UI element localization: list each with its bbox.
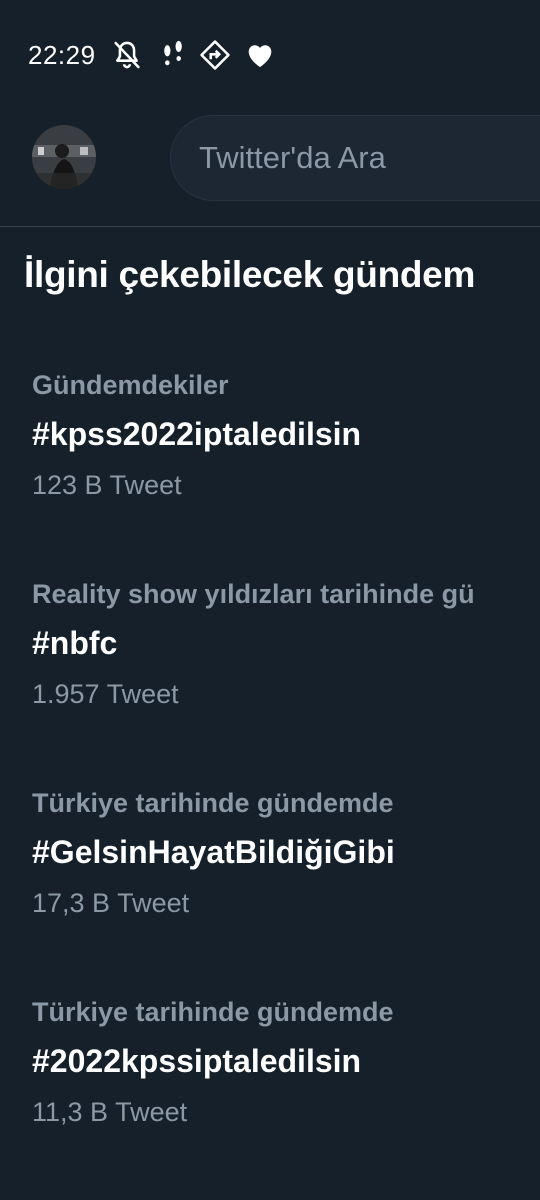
trend-item[interactable]: Türkiye tarihinde gündemde #2022kpssipta… [0, 997, 540, 1197]
explore-screen: 22:29 Twitter'da Ara İlgini çekebilecek … [0, 0, 540, 1200]
trend-item[interactable]: Gündemdekiler #kpss2022iptaledilsin 123 … [0, 370, 540, 570]
trend-context: Reality show yıldızları tarihinde gü [32, 579, 475, 609]
trend-context: Türkiye tarihinde gündemde [32, 788, 394, 818]
trend-name: #kpss2022iptaledilsin [32, 416, 362, 452]
trend-tweet-count: 1.957 Tweet [32, 679, 179, 709]
search-input[interactable] [199, 116, 540, 200]
trend-name: #GelsinHayatBildiğiGibi [32, 834, 395, 870]
status-time: 22:29 [28, 40, 96, 70]
footsteps-icon [156, 38, 190, 72]
trend-item[interactable]: Türkiye tarihinde gündemde #GelsinHayatB… [0, 788, 540, 988]
trend-context: Türkiye tarihinde gündemde [32, 997, 394, 1027]
top-bar [0, 110, 540, 227]
trend-tweet-count: 11,3 B Tweet [32, 1097, 188, 1127]
avatar[interactable] [32, 125, 96, 189]
trend-context: Gündemdekiler [32, 370, 229, 400]
trend-item[interactable]: Reality show yıldızları tarihinde gü #nb… [0, 579, 540, 779]
trend-tweet-count: 17,3 B Tweet [32, 888, 190, 918]
bell-off-icon [110, 38, 144, 72]
trend-tweet-count: 123 B Tweet [32, 470, 182, 500]
search-box[interactable] [170, 115, 540, 201]
trend-name: #nbfc [32, 625, 118, 661]
section-title: İlgini çekebilecek gündem [24, 254, 476, 295]
status-bar: 22:29 [0, 0, 540, 110]
heart-icon [243, 38, 277, 72]
direction-sign-icon [198, 38, 232, 72]
trend-name: #2022kpssiptaledilsin [32, 1043, 362, 1079]
